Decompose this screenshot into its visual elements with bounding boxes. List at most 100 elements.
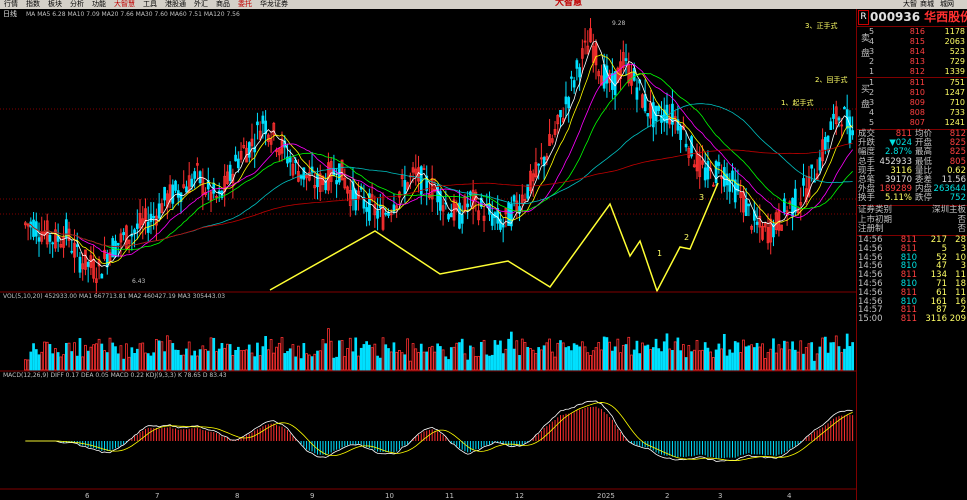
- candle-body: [823, 137, 827, 150]
- stock-name: 华西股份: [924, 10, 967, 24]
- volume-bar: [499, 340, 502, 371]
- tick-list: 14:56 811 217 28 14:56 811 5 3 14:56 810 52 10 14:56…: [857, 236, 967, 324]
- x-axis-label: 4: [787, 492, 792, 500]
- volume-bar: [34, 349, 38, 371]
- volume-bar: [294, 356, 298, 371]
- menu-item[interactable]: 大智慧: [110, 0, 139, 9]
- volume-bar: [843, 348, 846, 371]
- ma-legend: MA MA5 6.28 MA10 7.09 MA20 7.66 MA30 7.6…: [26, 11, 240, 18]
- kline-chart[interactable]: 日线 MA MA5 6.28 MA10 7.09 MA20 7.66 MA30 …: [0, 9, 856, 500]
- volume: 523: [949, 47, 965, 56]
- menu-item[interactable]: 华龙证券: [256, 0, 292, 9]
- volume-bar: [419, 343, 423, 371]
- candle-body: [843, 106, 846, 110]
- candle-body: [190, 178, 194, 187]
- tick-cell: 3116: [925, 314, 947, 325]
- volume-bar: [149, 355, 153, 371]
- candle-body: [316, 173, 319, 188]
- candle-body: [755, 221, 759, 225]
- stock-title: R 000936 华西股份: [857, 9, 967, 26]
- candle-body: [851, 130, 854, 136]
- volume-bar: [646, 344, 650, 371]
- volume-bar: [651, 347, 655, 371]
- wave-label-3: 3: [699, 193, 704, 202]
- volume-bar: [747, 345, 751, 371]
- menu-item[interactable]: 港股通: [161, 0, 190, 9]
- volume-bar: [512, 348, 516, 371]
- menu-item[interactable]: 商品: [212, 0, 234, 9]
- volume-bar: [130, 347, 134, 371]
- price: 812: [909, 67, 925, 76]
- volume-bar: [703, 342, 707, 371]
- window-button[interactable]: 城网: [940, 0, 954, 9]
- volume-bar: [179, 354, 183, 371]
- volume-bar: [193, 350, 196, 371]
- volume-bar: [731, 352, 734, 371]
- candle-body: [449, 212, 453, 218]
- bid-row[interactable]: 4 808 733: [857, 108, 967, 118]
- menu-item[interactable]: 板块: [44, 0, 66, 9]
- candle-body: [837, 117, 841, 121]
- candle-body: [335, 180, 338, 185]
- bid-row[interactable]: 3 809 710: [857, 98, 967, 108]
- price: 809: [909, 98, 925, 107]
- volume-bar: [264, 336, 267, 371]
- volume-bar: [676, 337, 680, 371]
- candle-body: [731, 170, 734, 182]
- candle-body: [578, 67, 581, 78]
- level: 5: [869, 118, 875, 127]
- menu-item[interactable]: 委托: [234, 0, 256, 9]
- volume-bar: [660, 351, 663, 371]
- level: 5: [869, 27, 875, 36]
- volume-bar: [152, 352, 156, 371]
- volume-bar: [387, 348, 390, 371]
- volume-bar: [37, 354, 41, 371]
- candle-body: [829, 121, 833, 130]
- candle-body: [193, 171, 196, 179]
- menu-item[interactable]: 分析: [66, 0, 88, 9]
- volume-bar: [335, 356, 338, 371]
- volume-bar: [714, 349, 718, 371]
- tick-cell: 811: [900, 314, 917, 325]
- volume-bar: [728, 349, 732, 371]
- candle-body: [537, 163, 541, 166]
- candle-body: [783, 198, 786, 213]
- window-button[interactable]: 大智: [903, 0, 917, 9]
- menu-item[interactable]: 指数: [22, 0, 44, 9]
- x-axis-label: 2025: [597, 492, 615, 500]
- volume-bar: [501, 353, 505, 371]
- ask-row[interactable]: 1 812 1339: [857, 67, 967, 77]
- candle-body: [848, 116, 852, 144]
- candle-body: [37, 237, 41, 242]
- candle-body: [48, 234, 52, 242]
- ask-row[interactable]: 3 814 523: [857, 47, 967, 57]
- volume-bar: [56, 352, 60, 371]
- menu-item[interactable]: 行情: [0, 0, 22, 9]
- candle-body: [51, 242, 55, 245]
- bid-row[interactable]: 5 807 1241: [857, 118, 967, 128]
- volume-bar: [86, 350, 90, 371]
- volume-bar: [228, 344, 232, 371]
- candle-body: [460, 214, 464, 224]
- candle-body: [135, 223, 139, 229]
- wave-label-1: 1: [657, 249, 662, 258]
- ask-row[interactable]: 2 813 729: [857, 57, 967, 67]
- menu-item[interactable]: 功能: [88, 0, 110, 9]
- stat-row: 换手 5.11% 跌停 752: [857, 194, 967, 203]
- level: 1: [869, 67, 875, 76]
- menu-item[interactable]: 外汇: [190, 0, 212, 9]
- info-cell: 注册制: [858, 224, 884, 234]
- window-button[interactable]: 商城: [920, 0, 934, 9]
- ask-row[interactable]: 4 815 2063: [857, 37, 967, 47]
- candle-body: [384, 212, 388, 215]
- bid-row[interactable]: 1 811 751: [857, 78, 967, 88]
- bid-row[interactable]: 2 810 1247: [857, 88, 967, 98]
- price: 810: [909, 88, 925, 97]
- ask-row[interactable]: 5 816 1178: [857, 27, 967, 37]
- volume-bar: [176, 349, 180, 371]
- menu-item[interactable]: 工具: [139, 0, 161, 9]
- volume-bar: [772, 338, 775, 371]
- volume-bar: [32, 343, 35, 371]
- candle-body: [572, 80, 576, 88]
- volume: 733: [949, 108, 965, 117]
